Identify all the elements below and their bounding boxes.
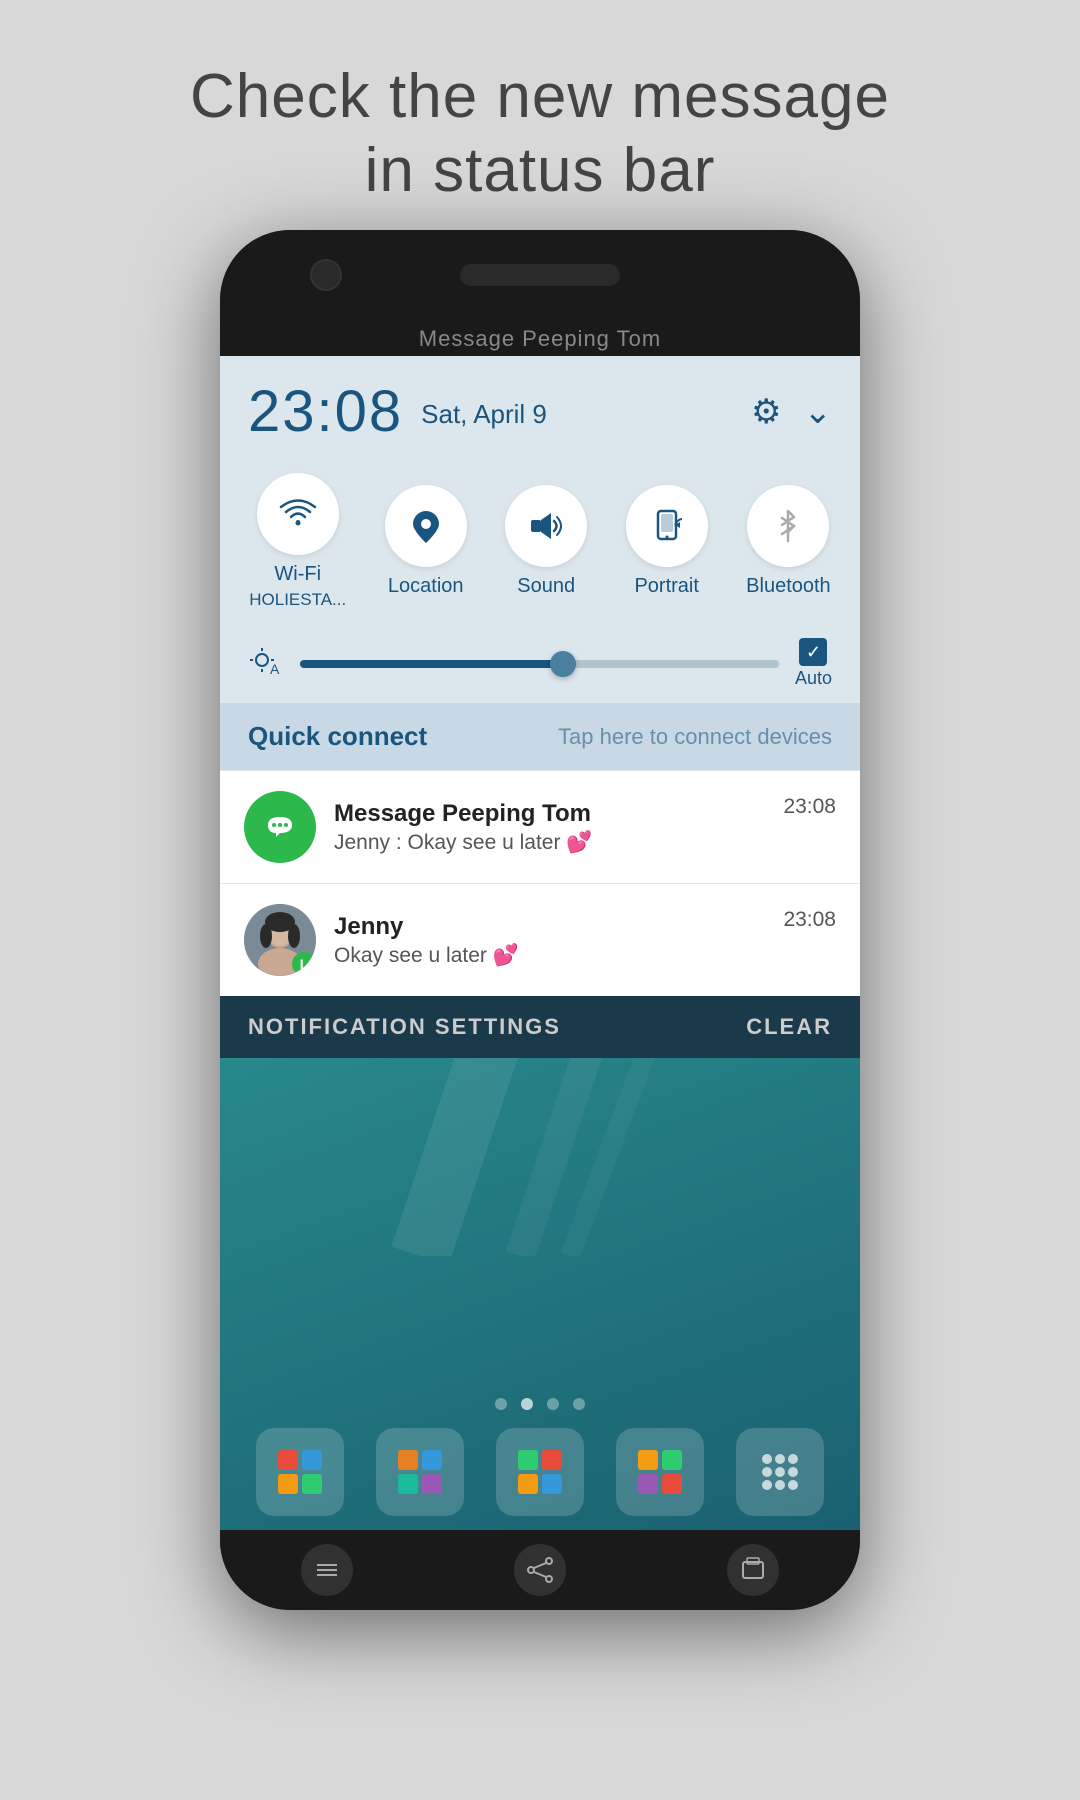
phone-shell: Message Peeping Tom: [220, 230, 860, 1610]
notif-app-icon: [244, 791, 316, 863]
toggle-wifi[interactable]: Wi-Fi HOLIESTA...: [249, 473, 346, 610]
location-label: Location: [388, 575, 464, 598]
notif-app-name-2: Jenny: [334, 913, 765, 941]
phone-top-bar: [220, 230, 860, 320]
dock-indicators: [220, 1386, 860, 1418]
dock-icons-row: [220, 1418, 860, 1530]
line-badge: L: [292, 952, 316, 976]
brightness-fill: [300, 660, 563, 668]
auto-label: Auto: [795, 668, 832, 689]
dock-app-social[interactable]: [376, 1428, 464, 1516]
brightness-row: A ✓ Auto: [220, 624, 860, 703]
phone-screen: 23:08 Sat, April 9 ⚙ ⌄: [220, 356, 860, 1530]
date-display: Sat, April 9: [421, 393, 547, 430]
back-button[interactable]: [301, 1544, 353, 1596]
svg-text:A: A: [270, 661, 280, 677]
quick-connect-row[interactable]: Quick connect Tap here to connect device…: [220, 703, 860, 770]
notification-card-1[interactable]: Message Peeping Tom Jenny : Okay see u l…: [220, 770, 860, 883]
sound-circle: [505, 485, 587, 567]
toggle-portrait[interactable]: Portrait: [626, 485, 708, 598]
phone-name-label: Message Peeping Tom: [220, 320, 860, 356]
auto-badge: ✓ Auto: [795, 638, 832, 689]
dock-dot-1: [495, 1398, 507, 1410]
notif-app-name-1: Message Peeping Tom: [334, 800, 765, 828]
sound-label: Sound: [517, 575, 575, 598]
recents-button[interactable]: [727, 1544, 779, 1596]
wifi-label: Wi-Fi: [274, 563, 321, 586]
time-icons: ⚙ ⌄: [751, 392, 832, 432]
clear-notifications-button[interactable]: CLEAR: [746, 1014, 832, 1040]
notification-panel: 23:08 Sat, April 9 ⚙ ⌄: [220, 356, 860, 1058]
notification-settings-button[interactable]: NOTIFICATION SETTINGS: [248, 1014, 561, 1040]
brightness-slider[interactable]: [300, 660, 779, 668]
notification-card-2[interactable]: L Jenny Okay see u later 💕 23:08: [220, 883, 860, 996]
chevron-down-icon[interactable]: ⌄: [804, 392, 833, 432]
quick-toggles: Wi-Fi HOLIESTA... Location: [220, 455, 860, 624]
phone-camera: [310, 259, 342, 291]
location-circle: [385, 485, 467, 567]
dock-app-utility[interactable]: [496, 1428, 584, 1516]
dock-dot-4: [573, 1398, 585, 1410]
share-button[interactable]: [514, 1544, 566, 1596]
portrait-circle: [626, 485, 708, 567]
auto-checkbox[interactable]: ✓: [799, 638, 827, 666]
notif-message-1: Jenny : Okay see u later 💕: [334, 831, 765, 855]
brightness-icon: A: [248, 642, 284, 686]
dock-app-drawer[interactable]: [736, 1428, 824, 1516]
brightness-thumb: [550, 651, 576, 677]
dock-app-google[interactable]: [256, 1428, 344, 1516]
notif-content-2: Jenny Okay see u later 💕: [334, 913, 765, 968]
dock-app-phone[interactable]: [616, 1428, 704, 1516]
page-heading: Check the new message in status bar: [0, 0, 1080, 209]
settings-icon[interactable]: ⚙: [751, 392, 781, 432]
phone-bottom-bar: [220, 1530, 860, 1610]
wifi-circle: [257, 473, 339, 555]
time-display: 23:08: [248, 378, 403, 445]
toggle-bluetooth[interactable]: Bluetooth: [746, 485, 831, 598]
bluetooth-circle: [747, 485, 829, 567]
home-dock: [220, 1386, 860, 1530]
phone-speaker: [460, 264, 620, 286]
bluetooth-label: Bluetooth: [746, 575, 831, 598]
line-badge-text: L: [300, 956, 309, 972]
notif-content-1: Message Peeping Tom Jenny : Okay see u l…: [334, 800, 765, 855]
toggle-sound[interactable]: Sound: [505, 485, 587, 598]
time-row: 23:08 Sat, April 9 ⚙ ⌄: [220, 356, 860, 455]
quick-connect-hint: Tap here to connect devices: [558, 724, 832, 750]
wifi-sublabel: HOLIESTA...: [249, 590, 346, 610]
notif-actions-row: NOTIFICATION SETTINGS CLEAR: [220, 996, 860, 1058]
toggle-location[interactable]: Location: [385, 485, 467, 598]
portrait-label: Portrait: [634, 575, 698, 598]
notif-avatar: L: [244, 904, 316, 976]
dock-dot-2: [521, 1398, 533, 1410]
dock-dot-3: [547, 1398, 559, 1410]
quick-connect-label: Quick connect: [248, 721, 427, 752]
notif-time-2: 23:08: [783, 904, 836, 932]
notif-message-2: Okay see u later 💕: [334, 944, 765, 968]
notif-time-1: 23:08: [783, 791, 836, 819]
heading-line1: Check the new message: [0, 60, 1080, 134]
heading-line2: in status bar: [0, 134, 1080, 208]
